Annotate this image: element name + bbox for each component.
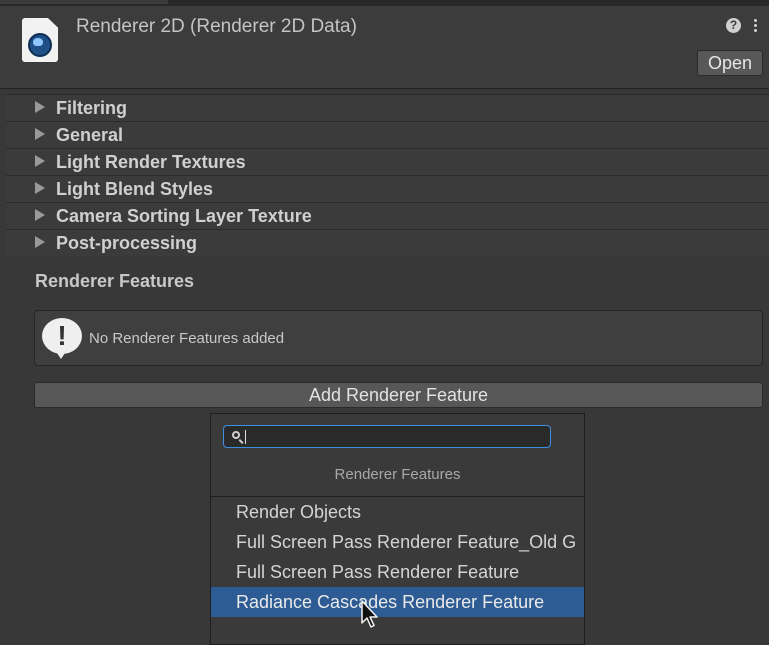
mouse-cursor-icon	[361, 600, 378, 628]
text-caret	[245, 430, 246, 444]
foldout-label: Post-processing	[56, 233, 198, 253]
foldout-arrow-icon[interactable]	[35, 182, 45, 194]
dropdown-header: Renderer Features	[334, 466, 461, 483]
search-input[interactable]	[244, 428, 544, 445]
foldout-arrow-icon[interactable]	[35, 236, 45, 248]
foldout-light-render-textures[interactable]: Light Render Textures	[6, 148, 769, 175]
foldout-list: Filtering General Light Render Textures …	[6, 94, 769, 256]
foldout-label: Light Render Textures	[56, 152, 246, 172]
warning-icon: !	[42, 318, 82, 359]
dropdown-list: Render Objects Full Screen Pass Renderer…	[211, 497, 584, 617]
empty-features-helpbox: ! No Renderer Features added	[34, 310, 763, 366]
renderer-features-title: Renderer Features	[35, 271, 195, 291]
header-divider	[0, 88, 769, 89]
search-icon	[232, 431, 240, 439]
foldout-arrow-icon[interactable]	[35, 209, 45, 221]
dropdown-item-radiance-cascades[interactable]: Radiance Cascades Renderer Feature	[211, 587, 584, 617]
foldout-arrow-icon[interactable]	[35, 155, 45, 167]
foldout-label: Light Blend Styles	[56, 179, 214, 199]
add-renderer-feature-button[interactable]: Add Renderer Feature	[34, 382, 763, 408]
dropdown-item-full-screen-pass[interactable]: Full Screen Pass Renderer Feature	[211, 557, 584, 587]
foldout-label: Camera Sorting Layer Texture	[56, 206, 312, 226]
foldout-arrow-icon[interactable]	[35, 128, 45, 140]
foldout-general[interactable]: General	[6, 121, 769, 148]
foldout-post-processing[interactable]: Post-processing	[6, 229, 769, 256]
search-field[interactable]	[223, 425, 551, 448]
renderer-asset-disc	[28, 33, 52, 57]
foldout-light-blend-styles[interactable]: Light Blend Styles	[6, 175, 769, 202]
foldout-label: Filtering	[56, 98, 127, 118]
dropdown-item-render-objects[interactable]: Render Objects	[211, 497, 584, 527]
foldout-arrow-icon[interactable]	[35, 101, 45, 113]
help-icon[interactable]: ?	[726, 18, 741, 33]
foldout-camera-sorting-layer-texture[interactable]: Camera Sorting Layer Texture	[6, 202, 769, 229]
renderer-feature-dropdown: Renderer Features Render Objects Full Sc…	[210, 413, 585, 645]
renderer-asset-icon	[22, 18, 58, 62]
inspector-header: Renderer 2D (Renderer 2D Data) ? Open	[0, 6, 769, 88]
open-button[interactable]: Open	[697, 50, 763, 76]
active-tab[interactable]	[0, 0, 168, 4]
foldout-filtering[interactable]: Filtering	[6, 94, 769, 121]
asset-title: Renderer 2D (Renderer 2D Data)	[76, 16, 357, 37]
empty-features-message: No Renderer Features added	[89, 330, 285, 347]
foldout-label: General	[56, 125, 124, 145]
kebab-menu-icon[interactable]	[752, 18, 760, 34]
dropdown-item-full-screen-pass-old[interactable]: Full Screen Pass Renderer Feature_Old G	[211, 527, 584, 557]
